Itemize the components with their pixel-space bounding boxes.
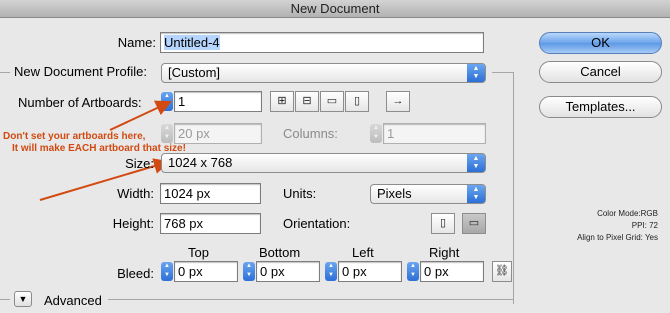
- bleed-right-header: Right: [429, 245, 460, 260]
- select-arrows-icon: ▲ ▼: [467, 154, 485, 172]
- bleed-bottom-value: 0 px: [260, 264, 285, 279]
- cancel-button[interactable]: Cancel: [539, 61, 662, 83]
- width-value: 1024 px: [164, 186, 211, 201]
- bleed-left-field[interactable]: 0 px: [338, 261, 402, 282]
- height-field[interactable]: 768 px: [160, 213, 261, 234]
- width-label: Width:: [117, 186, 154, 201]
- bleed-top-stepper[interactable]: ▲ ▼: [161, 262, 173, 281]
- bleed-label: Bleed:: [117, 266, 154, 281]
- disclosure-triangle-icon[interactable]: ▼: [14, 291, 32, 307]
- bleed-right-field[interactable]: 0 px: [420, 261, 484, 282]
- ppi-info: PPI: 72: [631, 221, 658, 230]
- templates-button[interactable]: Templates...: [539, 96, 662, 118]
- bleed-right-value: 0 px: [424, 264, 449, 279]
- bleed-top-field[interactable]: 0 px: [174, 261, 238, 282]
- bleed-bottom-stepper[interactable]: ▲ ▼: [243, 262, 255, 281]
- landscape-icon[interactable]: ▭: [462, 213, 486, 234]
- units-value: Pixels: [377, 186, 412, 201]
- height-value: 768 px: [164, 216, 204, 231]
- size-label: Size:: [125, 156, 154, 171]
- align-info: Align to Pixel Grid: Yes: [577, 233, 658, 242]
- units-label: Units:: [283, 186, 317, 201]
- color-mode-info: Color Mode:RGB: [597, 209, 658, 218]
- bleed-top-value: 0 px: [178, 264, 203, 279]
- bleed-bottom-field[interactable]: 0 px: [256, 261, 320, 282]
- bleed-bottom-header: Bottom: [259, 245, 301, 260]
- advanced-line-left: [0, 299, 10, 300]
- bleed-right-stepper[interactable]: ▲ ▼: [407, 262, 419, 281]
- height-label: Height:: [112, 216, 154, 231]
- arrow-to-artboards: [109, 100, 172, 131]
- orientation-label: Orientation:: [283, 216, 351, 231]
- bleed-left-value: 0 px: [342, 264, 367, 279]
- size-value: 1024 x 768: [168, 155, 233, 170]
- bleed-left-stepper[interactable]: ▲ ▼: [325, 262, 337, 281]
- advanced-line-right: [108, 299, 514, 300]
- bleed-left-header: Left: [352, 245, 374, 260]
- chain-link-icon[interactable]: ⛓: [492, 261, 512, 282]
- width-field[interactable]: 1024 px: [160, 183, 261, 204]
- bleed-top-header: Top: [188, 245, 209, 260]
- units-select[interactable]: Pixels ▲ ▼: [370, 184, 486, 204]
- portrait-icon[interactable]: ▯: [431, 213, 455, 234]
- ok-button[interactable]: OK: [539, 32, 662, 54]
- select-arrows-icon: ▲ ▼: [467, 185, 485, 203]
- advanced-label: Advanced: [44, 293, 102, 308]
- size-select[interactable]: 1024 x 768 ▲ ▼: [161, 153, 486, 173]
